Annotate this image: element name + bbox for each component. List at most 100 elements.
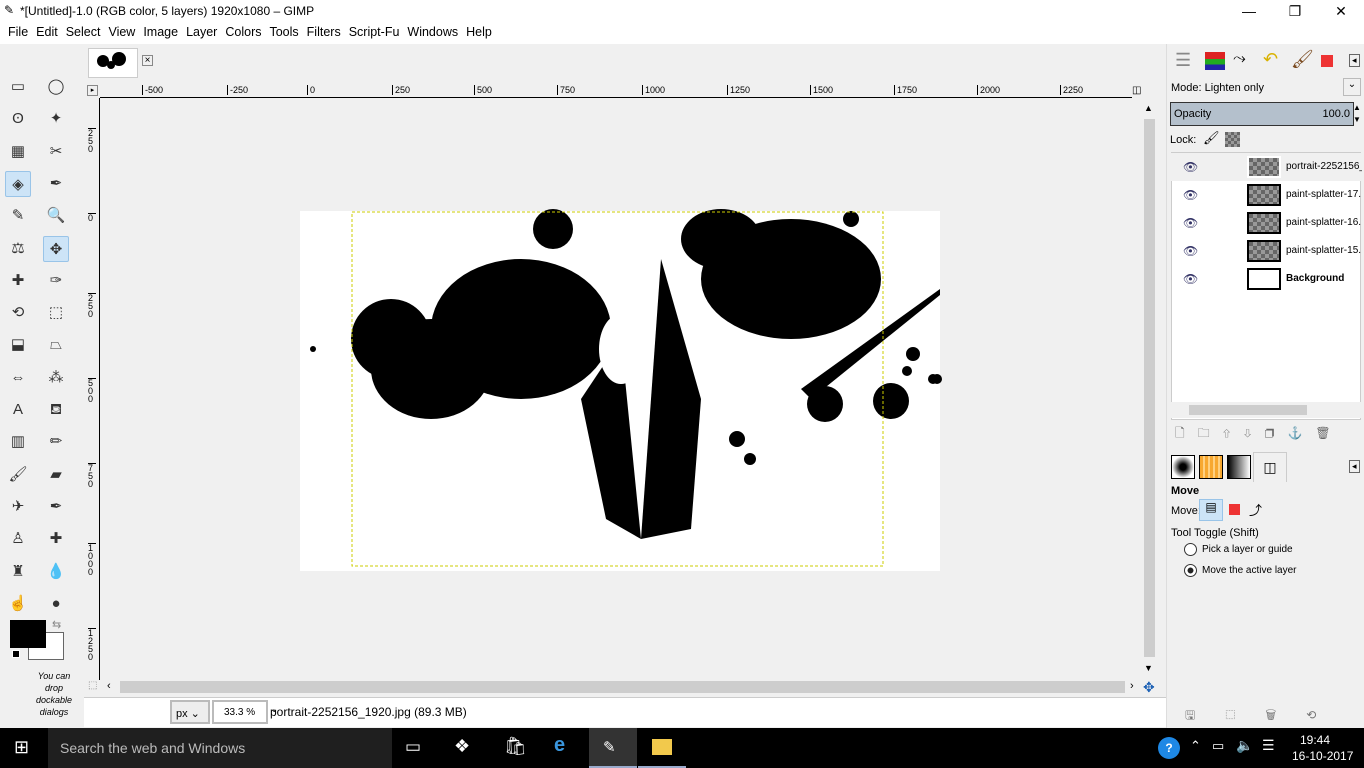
color-picker-tool-icon[interactable]: ✎ <box>5 203 31 229</box>
visibility-eye-icon[interactable]: 👁 <box>1183 188 1198 202</box>
menu-image[interactable]: Image <box>139 22 182 39</box>
fuzzy-select-tool-icon[interactable]: ✦ <box>43 106 69 132</box>
vertical-scroll-thumb[interactable] <box>1144 119 1155 657</box>
brushes-tab-icon[interactable]: 🖌 <box>1291 49 1314 70</box>
scale-tool-icon[interactable]: ⬚ <box>43 300 69 326</box>
paths-tab-icon[interactable]: ⤳ <box>1233 50 1246 68</box>
radio-pick-layer[interactable] <box>1184 543 1197 556</box>
navigate-icon[interactable]: ◫ <box>1132 85 1141 96</box>
shear-tool-icon[interactable]: ⬓ <box>5 332 31 358</box>
close-tab-icon[interactable]: × <box>142 55 153 66</box>
visibility-eye-icon[interactable]: 👁 <box>1183 272 1198 286</box>
visibility-eye-icon[interactable]: 👁 <box>1183 216 1198 230</box>
rotate-tool-icon[interactable]: ⟲ <box>5 300 31 326</box>
menu-layer[interactable]: Layer <box>182 22 221 39</box>
menu-file[interactable]: File <box>4 22 32 39</box>
menu-windows[interactable]: Windows <box>403 22 462 39</box>
visibility-eye-icon[interactable]: 👁 <box>1183 160 1198 174</box>
unit-select[interactable]: px ⌄ <box>170 700 210 724</box>
menu-help[interactable]: Help <box>462 22 496 39</box>
store-icon[interactable]: 🛍 <box>504 736 527 757</box>
blend-tool-icon[interactable]: ▥ <box>5 429 31 455</box>
cage-tool-icon[interactable]: ⁂ <box>43 365 69 391</box>
color-select-tool-icon[interactable]: ▦ <box>5 139 31 165</box>
menu-edit[interactable]: Edit <box>32 22 62 39</box>
zoom-input[interactable]: 33.3 % <box>212 700 268 724</box>
help-icon[interactable]: ? <box>1158 737 1180 759</box>
dodge-burn-tool-icon[interactable]: ● <box>43 591 69 617</box>
vertical-scrollbar[interactable]: ▲ ▼ <box>1141 99 1158 679</box>
text-tool-icon[interactable]: A <box>5 397 31 423</box>
layer-row[interactable]: 👁 paint-splatter-17. <box>1171 181 1361 209</box>
move-tool-icon[interactable]: ✥ <box>43 235 69 262</box>
maximize-button[interactable]: ❐ <box>1272 0 1318 22</box>
pattern-tab-icon[interactable] <box>1199 455 1223 479</box>
layer-row[interactable]: 👁 Background <box>1171 265 1361 293</box>
edge-icon[interactable]: e <box>554 734 565 757</box>
blur-tool-icon[interactable]: 💧 <box>43 559 69 585</box>
clock-time[interactable]: 19:44 <box>1300 733 1330 747</box>
image-tab[interactable] <box>88 48 138 78</box>
show-hidden-icons[interactable]: ⌃ <box>1190 738 1201 754</box>
menu-filters[interactable]: Filters <box>303 22 345 39</box>
gimp-taskbar-button[interactable]: ✎ <box>589 728 637 768</box>
paintbrush-tool-icon[interactable]: 🖌 <box>5 462 31 488</box>
foreground-color-swatch[interactable] <box>10 620 46 648</box>
align-tool-icon[interactable]: ✚ <box>5 268 31 294</box>
mode-dropdown-icon[interactable]: ⌄ <box>1343 78 1361 96</box>
eraser-tool-icon[interactable]: ▰ <box>43 462 69 488</box>
tool-options-tab-icon[interactable]: ◫ <box>1253 452 1287 482</box>
zoom-selection-icon[interactable]: ⬚ <box>88 680 97 691</box>
flip-tool-icon[interactable]: ⇔ <box>5 365 31 391</box>
clock-date[interactable]: 16-10-2017 <box>1292 749 1353 763</box>
close-button[interactable]: ✕ <box>1318 0 1364 22</box>
navigate-move-icon[interactable]: ✥ <box>1143 679 1155 696</box>
perspective-tool-icon[interactable]: ⏢ <box>43 332 69 358</box>
brush-tab-icon[interactable] <box>1171 455 1195 479</box>
layer-row[interactable]: 👁 portrait-2252156_ <box>1171 153 1362 181</box>
canvas-area[interactable] <box>101 99 1141 679</box>
dropbox-icon[interactable]: ❖ <box>454 736 470 757</box>
bucket-fill-tool-icon[interactable]: ⛾ <box>43 397 69 423</box>
scissors-tool-icon[interactable]: ✂ <box>43 139 69 165</box>
move-layer-button[interactable]: ▤ <box>1199 499 1223 521</box>
layer-mode[interactable]: Mode: Lighten only <box>1171 82 1264 94</box>
zoom-tool-icon[interactable]: 🔍 <box>43 203 69 229</box>
horizontal-scrollbar[interactable]: ‹ › <box>104 679 1141 695</box>
default-colors-icon[interactable] <box>12 650 20 658</box>
layers-tab-icon[interactable]: ☰ <box>1175 50 1191 71</box>
task-view-icon[interactable]: ▭ <box>405 737 421 757</box>
minimize-button[interactable]: — <box>1226 0 1272 22</box>
menu-tools[interactable]: Tools <box>265 22 302 39</box>
menu-script-fu[interactable]: Script-Fu <box>345 22 404 39</box>
layers-hscrollbar[interactable] <box>1171 402 1361 418</box>
smudge-tool-icon[interactable]: ☝ <box>5 591 31 617</box>
opacity-slider[interactable]: Opacity 100.0 <box>1170 102 1354 126</box>
menu-view[interactable]: View <box>104 22 139 39</box>
quick-mask-menu-icon[interactable]: ▸ <box>87 85 98 96</box>
lock-alpha-icon[interactable] <box>1225 132 1240 147</box>
foreground-select-tool-icon[interactable]: ◈ <box>5 170 31 197</box>
notifications-icon[interactable]: ☰ <box>1262 737 1275 754</box>
ink-tool-icon[interactable]: ✒ <box>43 494 69 520</box>
configure-tab-icon[interactable]: ◂ <box>1349 54 1360 67</box>
horizontal-scroll-thumb[interactable] <box>120 681 1125 693</box>
battery-icon[interactable]: ▭ <box>1212 738 1224 754</box>
option-move-active-layer[interactable]: Move the active layer <box>1202 565 1297 576</box>
crop-tool-icon[interactable]: ✑ <box>43 268 69 294</box>
menu-select[interactable]: Select <box>62 22 105 39</box>
tool-options-buttons[interactable]: 🖫⬚🗑⟲ <box>1185 706 1355 727</box>
layer-row[interactable]: 👁 paint-splatter-15. <box>1171 237 1361 265</box>
configure-tab-icon-2[interactable]: ◂ <box>1349 460 1360 473</box>
free-select-tool-icon[interactable]: ʘ <box>5 106 31 132</box>
opacity-spinner[interactable]: ▲ ▼ <box>1353 102 1361 126</box>
heal-tool-icon[interactable]: ✚ <box>43 526 69 552</box>
visibility-eye-icon[interactable]: 👁 <box>1183 244 1198 258</box>
pencil-tool-icon[interactable]: ✏ <box>43 429 69 455</box>
clone-tool-icon[interactable]: ♙ <box>5 526 31 552</box>
option-pick-layer[interactable]: Pick a layer or guide <box>1202 544 1293 555</box>
volume-icon[interactable]: 🔈 <box>1236 737 1253 754</box>
paths-tool-icon[interactable]: ✒ <box>43 171 69 197</box>
menu-colors[interactable]: Colors <box>221 22 265 39</box>
ellipse-select-tool-icon[interactable]: ◯ <box>43 74 69 100</box>
